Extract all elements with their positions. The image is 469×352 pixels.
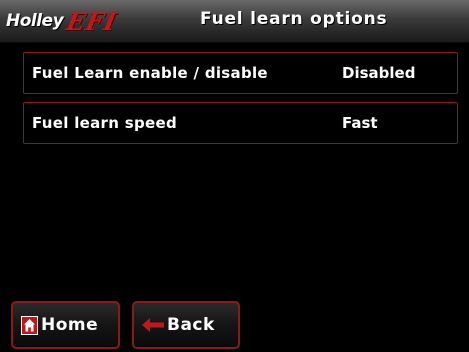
option-value: Disabled bbox=[342, 64, 416, 82]
option-fuel-learn-enable[interactable]: Fuel Learn enable / disable Disabled bbox=[23, 52, 458, 94]
home-icon bbox=[21, 315, 38, 335]
header-bar: Holley EFI Fuel learn options bbox=[0, 0, 469, 43]
option-fuel-learn-speed[interactable]: Fuel learn speed Fast bbox=[23, 102, 458, 144]
home-button-label: Home bbox=[41, 315, 99, 335]
back-button-label: Back bbox=[167, 315, 215, 335]
logo-efi: EFI bbox=[64, 6, 120, 36]
option-label: Fuel Learn enable / disable bbox=[32, 64, 268, 82]
arrow-left-icon bbox=[142, 317, 164, 333]
page-title: Fuel learn options bbox=[200, 9, 388, 29]
holley-efi-logo: Holley EFI bbox=[6, 6, 120, 36]
logo-brand: Holley bbox=[6, 11, 64, 31]
back-button[interactable]: Back bbox=[132, 301, 240, 349]
home-button[interactable]: Home bbox=[11, 301, 120, 349]
option-label: Fuel learn speed bbox=[32, 114, 177, 132]
screen: Holley EFI Fuel learn options Fuel Learn… bbox=[0, 0, 469, 352]
option-value: Fast bbox=[342, 114, 378, 132]
